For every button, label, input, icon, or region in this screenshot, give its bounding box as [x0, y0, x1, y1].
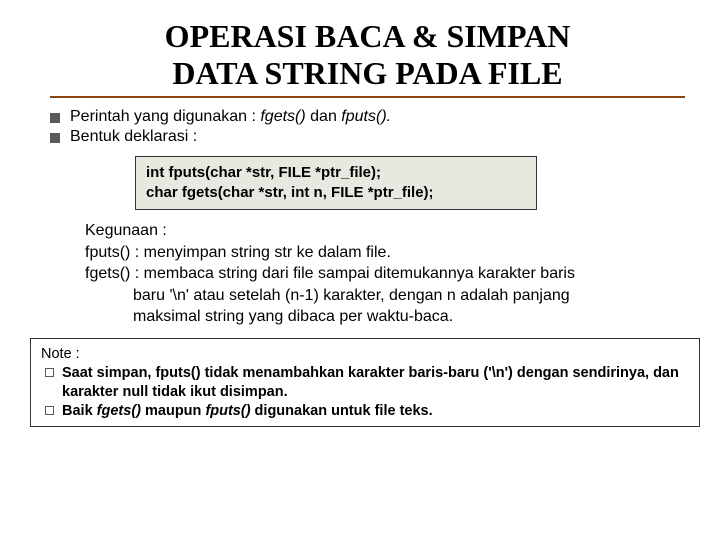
page-title: OPERASI BACA & SIMPAN DATA STRING PADA F…: [50, 18, 685, 98]
usage-line: baru '\n' atau setelah (n-1) karakter, d…: [85, 285, 685, 307]
fn-name: fputs().: [341, 108, 391, 125]
fn-name: fgets(): [260, 108, 305, 125]
text: maupun: [141, 403, 205, 419]
code-line: char fgets(char *str, int n, FILE *ptr_f…: [146, 183, 526, 203]
fn-name: fgets(): [97, 403, 141, 419]
title-line-1: OPERASI BACA & SIMPAN: [165, 18, 571, 54]
text: digunakan untuk file teks.: [251, 403, 433, 419]
usage-block: Kegunaan : fputs() : menyimpan string st…: [85, 220, 685, 328]
bullet-text: Bentuk deklarasi :: [70, 128, 197, 146]
hollow-square-bullet-icon: [45, 368, 54, 377]
slide: OPERASI BACA & SIMPAN DATA STRING PADA F…: [0, 0, 720, 447]
list-item: Perintah yang digunakan : fgets() dan fp…: [50, 108, 685, 126]
usage-line: fputs() : menyimpan string str ke dalam …: [85, 242, 685, 264]
usage-line: fgets() : membaca string dari file sampa…: [85, 263, 685, 285]
usage-line: maksimal string yang dibaca per waktu-ba…: [85, 306, 685, 328]
bullet-list: Perintah yang digunakan : fgets() dan fp…: [50, 108, 685, 146]
fn-name: fputs(): [205, 403, 250, 419]
bullet-text: Perintah yang digunakan : fgets() dan fp…: [70, 108, 391, 126]
note-text: Saat simpan, fputs() tidak menambahkan k…: [62, 364, 689, 402]
square-bullet-icon: [50, 133, 60, 143]
usage-heading: Kegunaan :: [85, 220, 685, 242]
text: Baik: [62, 403, 97, 419]
note-box: Note : Saat simpan, fputs() tidak menamb…: [30, 338, 700, 427]
list-item: Bentuk deklarasi :: [50, 128, 685, 146]
hollow-square-bullet-icon: [45, 406, 54, 415]
list-item: Saat simpan, fputs() tidak menambahkan k…: [45, 364, 689, 402]
code-line: int fputs(char *str, FILE *ptr_file);: [146, 163, 526, 183]
note-text: Baik fgets() maupun fputs() digunakan un…: [62, 402, 433, 421]
list-item: Baik fgets() maupun fputs() digunakan un…: [45, 402, 689, 421]
title-line-2: DATA STRING PADA FILE: [172, 55, 562, 91]
text: dan: [306, 108, 342, 125]
code-declaration-box: int fputs(char *str, FILE *ptr_file); ch…: [135, 156, 537, 211]
square-bullet-icon: [50, 113, 60, 123]
note-heading: Note :: [41, 345, 689, 364]
text: Perintah yang digunakan :: [70, 108, 260, 125]
